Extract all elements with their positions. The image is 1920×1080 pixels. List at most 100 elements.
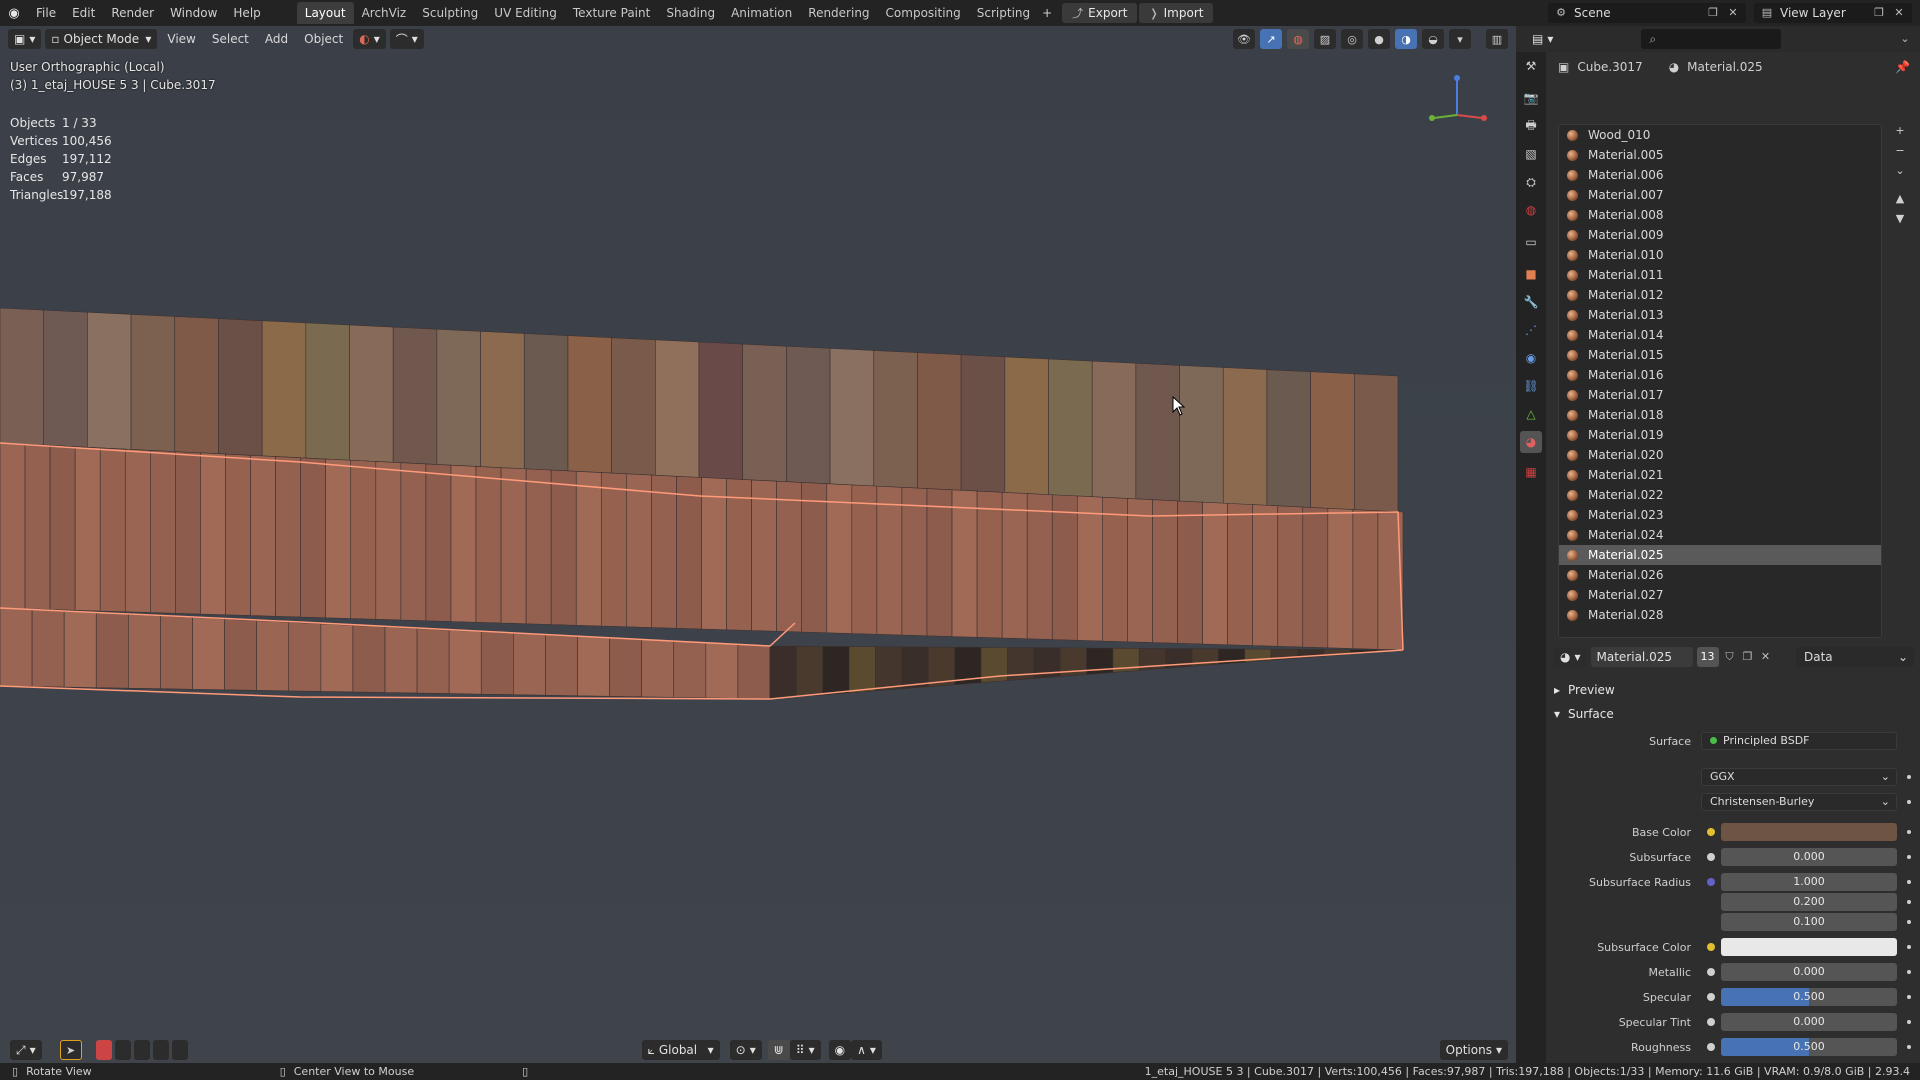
list-item[interactable]: Material.014 — [1559, 325, 1881, 345]
tab-layout[interactable]: Layout — [296, 2, 354, 24]
object-icon[interactable]: ■ — [1520, 263, 1542, 285]
tab-uv-editing[interactable]: UV Editing — [486, 2, 565, 24]
list-item[interactable]: Material.026 — [1559, 565, 1881, 585]
unlink-material-icon[interactable]: ✕ — [1759, 650, 1773, 664]
keyframe-dot-icon[interactable] — [1907, 900, 1911, 904]
toggle-sidebar-button[interactable]: ▥ — [1486, 29, 1508, 49]
gizmo-toggle[interactable]: ↗ — [1260, 29, 1282, 49]
snap-toggle[interactable]: ⋓ — [767, 1040, 790, 1060]
list-item[interactable]: Wood_010 — [1559, 125, 1881, 145]
data-icon[interactable]: △ — [1520, 403, 1542, 425]
vector-component-field[interactable]: 1.000 — [1721, 873, 1897, 891]
remove-slot-button[interactable]: − — [1892, 144, 1908, 160]
xray-toggle[interactable]: ▨ — [1314, 29, 1336, 49]
chevron-down-icon[interactable]: ⌄ — [1898, 32, 1912, 46]
tab-scripting[interactable]: Scripting — [969, 2, 1038, 24]
blender-logo-icon[interactable]: ◉ — [0, 0, 28, 26]
keyframe-dot-icon[interactable] — [1907, 995, 1911, 999]
socket-dot-icon[interactable] — [1707, 943, 1715, 951]
list-item[interactable]: Material.012 — [1559, 285, 1881, 305]
tab-texture-paint[interactable]: Texture Paint — [565, 2, 658, 24]
solid-shading-button[interactable]: ● — [1368, 29, 1390, 49]
tab-shading[interactable]: Shading — [658, 2, 723, 24]
number-field[interactable]: 0.000 — [1721, 963, 1897, 981]
surface-panel-header[interactable]: ▾ Surface — [1554, 704, 1614, 724]
list-item[interactable]: Material.011 — [1559, 265, 1881, 285]
delete-scene-icon[interactable]: ✕ — [1726, 6, 1740, 20]
socket-dot-icon[interactable] — [1707, 853, 1715, 861]
visibility-selector[interactable]: 👁 — [1233, 29, 1255, 49]
list-item[interactable]: Material.018 — [1559, 405, 1881, 425]
list-item[interactable]: Material.007 — [1559, 185, 1881, 205]
material-name-field[interactable]: Material.025 — [1590, 647, 1693, 667]
wireframe-shading-button[interactable]: ◎ — [1341, 29, 1363, 49]
list-item[interactable]: Material.023 — [1559, 505, 1881, 525]
menu-edit[interactable]: Edit — [64, 2, 103, 24]
list-item[interactable]: Material.010 — [1559, 245, 1881, 265]
scene-icon[interactable]: ⛭ — [1520, 171, 1542, 193]
select-intersect-button[interactable] — [171, 1040, 188, 1060]
number-field[interactable]: 0.000 — [1721, 1013, 1897, 1031]
scene-geometry[interactable] — [0, 26, 1516, 1063]
new-view-layer-icon[interactable]: ❐ — [1872, 6, 1886, 20]
transform-orientation-selector[interactable]: ⟀ Global ▾ — [641, 1040, 720, 1060]
options-dropdown[interactable]: Options ▾ — [1439, 1040, 1508, 1060]
socket-dot-icon[interactable] — [1707, 1043, 1715, 1051]
preview-panel-header[interactable]: ▸ Preview — [1554, 680, 1615, 700]
select-subtract-button[interactable] — [133, 1040, 150, 1060]
menu-help[interactable]: Help — [225, 2, 268, 24]
keyframe-dot-icon[interactable] — [1907, 800, 1911, 804]
keyframe-dot-icon[interactable] — [1907, 880, 1911, 884]
material-icon[interactable]: ◕ — [1520, 431, 1542, 453]
view-layer-selector[interactable]: ▤ View Layer ❐ ✕ — [1754, 3, 1912, 23]
export-button[interactable]: ⤴ Export — [1062, 3, 1138, 23]
material-slot-list[interactable]: Wood_010 Material.005 Material.006 Material… — [1558, 124, 1882, 638]
render-icon[interactable]: 📷 — [1520, 87, 1542, 109]
menu-add[interactable]: Add — [259, 32, 294, 46]
surface-shader-selector[interactable]: Principled BSDF — [1701, 732, 1897, 750]
select-new-button[interactable] — [95, 1040, 112, 1060]
subsurface-method-selector[interactable]: Christensen-Burley ⌄ — [1701, 793, 1897, 811]
view-layer-icon[interactable]: ▧ — [1520, 143, 1542, 165]
falloff-selector[interactable]: ∧ ▾ — [851, 1040, 882, 1060]
duplicate-material-icon[interactable]: ❐ — [1741, 650, 1755, 664]
material-preview-button[interactable]: ◑ — [1395, 29, 1417, 49]
add-slot-button[interactable]: + — [1892, 124, 1908, 140]
select-extend-button[interactable] — [114, 1040, 131, 1060]
texture-icon[interactable]: ▦ — [1520, 461, 1542, 483]
physics-icon[interactable]: ◉ — [1520, 347, 1542, 369]
add-workspace-button[interactable]: + — [1038, 2, 1056, 24]
overlay-toggle[interactable]: ◍ — [1287, 29, 1309, 49]
scene-selector[interactable]: ⚙ Scene ❐ ✕ — [1548, 3, 1746, 23]
number-field[interactable]: 0.500 — [1721, 1038, 1897, 1056]
menu-window[interactable]: Window — [162, 2, 225, 24]
keyframe-dot-icon[interactable] — [1907, 855, 1911, 859]
socket-dot-icon[interactable] — [1707, 878, 1715, 886]
keyframe-dot-icon[interactable] — [1907, 970, 1911, 974]
number-field[interactable]: 0.000 — [1721, 848, 1897, 866]
z-axis-handle[interactable] — [1454, 75, 1460, 81]
move-slot-down-button[interactable]: ▼ — [1892, 212, 1908, 228]
select-tool-button[interactable]: ➤ — [59, 1040, 82, 1060]
list-item[interactable]: Material.009 — [1559, 225, 1881, 245]
socket-dot-icon[interactable] — [1707, 968, 1715, 976]
fake-user-icon[interactable]: ⛉ — [1723, 650, 1737, 664]
list-item[interactable]: Material.015 — [1559, 345, 1881, 365]
vector-component-field[interactable]: 0.100 — [1721, 913, 1897, 931]
modifier-icon[interactable]: 🔧 — [1520, 291, 1542, 313]
browse-material-button[interactable]: ◕ ▾ — [1554, 647, 1587, 667]
move-slot-up-button[interactable]: ▲ — [1892, 192, 1908, 208]
list-item[interactable]: Material.013 — [1559, 305, 1881, 325]
pivot-point-selector[interactable]: ⊙ ▾ — [729, 1040, 762, 1060]
list-item[interactable]: Material.028 — [1559, 605, 1881, 625]
collection-icon[interactable]: ▭ — [1520, 231, 1542, 253]
3d-viewport[interactable]: ▣ ▾ ▫ Object Mode ▾ View Select Add Objec… — [0, 26, 1516, 1063]
editor-type-selector[interactable]: ▣ ▾ — [8, 29, 42, 49]
menu-file[interactable]: File — [28, 2, 64, 24]
tab-archviz[interactable]: ArchViz — [354, 2, 415, 24]
menu-render[interactable]: Render — [103, 2, 162, 24]
list-item[interactable]: Material.021 — [1559, 465, 1881, 485]
list-item[interactable]: Material.024 — [1559, 525, 1881, 545]
list-item[interactable]: Material.019 — [1559, 425, 1881, 445]
list-item[interactable]: Material.017 — [1559, 385, 1881, 405]
